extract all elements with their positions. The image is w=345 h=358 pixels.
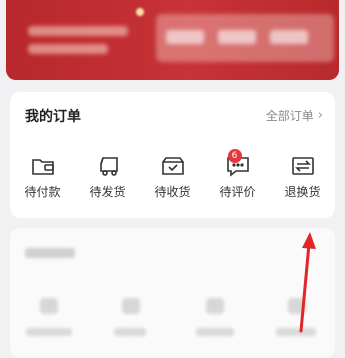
services-card-blurred bbox=[10, 228, 335, 358]
my-orders-title: 我的订单 bbox=[25, 109, 81, 125]
order-item-label: 退换货 bbox=[284, 185, 321, 199]
comment-icon: 6 bbox=[225, 149, 251, 177]
order-returns[interactable]: 退换货 bbox=[273, 155, 333, 205]
service-icon-blurred bbox=[122, 298, 140, 314]
banner-text-blurred bbox=[28, 26, 128, 36]
truck-icon bbox=[95, 155, 121, 177]
banner-decoration bbox=[136, 8, 144, 16]
service-icon-blurred bbox=[206, 298, 224, 314]
order-pending-receipt[interactable]: 待收货 bbox=[143, 155, 203, 205]
banner-subtext-blurred bbox=[28, 44, 108, 54]
order-pending-review[interactable]: 6 待评价 bbox=[208, 149, 268, 205]
order-pending-payment[interactable]: 待付款 bbox=[13, 155, 73, 205]
order-item-label: 待收货 bbox=[154, 185, 191, 199]
all-orders-link[interactable]: 全部订单 › bbox=[266, 107, 323, 124]
promo-banner[interactable] bbox=[6, 0, 339, 80]
review-count-badge: 6 bbox=[227, 149, 242, 163]
order-status-row: 待付款 待发货 待收货 6 待评价 退换货 bbox=[10, 149, 335, 205]
banner-coupon-blurred bbox=[156, 14, 334, 62]
exchange-icon bbox=[290, 155, 316, 177]
order-item-label: 待发货 bbox=[89, 185, 126, 199]
order-item-label: 待付款 bbox=[24, 185, 61, 199]
service-label-blurred bbox=[276, 328, 316, 336]
all-orders-label: 全部订单 bbox=[265, 109, 314, 123]
wallet-icon bbox=[30, 155, 56, 177]
order-pending-shipment[interactable]: 待发货 bbox=[78, 155, 138, 205]
services-title-blurred bbox=[25, 248, 75, 258]
chevron-right-icon: › bbox=[317, 108, 323, 123]
box-check-icon bbox=[160, 155, 186, 177]
service-label-blurred bbox=[196, 328, 234, 336]
my-orders-card: 我的订单 全部订单 › 待付款 待发货 待收货 6 待评价 退换货 bbox=[10, 92, 335, 218]
order-item-label: 待评价 bbox=[219, 185, 256, 199]
service-label-blurred bbox=[26, 328, 72, 336]
service-icon-blurred bbox=[288, 298, 306, 314]
service-icon-blurred bbox=[40, 298, 58, 314]
service-label-blurred bbox=[114, 328, 146, 336]
